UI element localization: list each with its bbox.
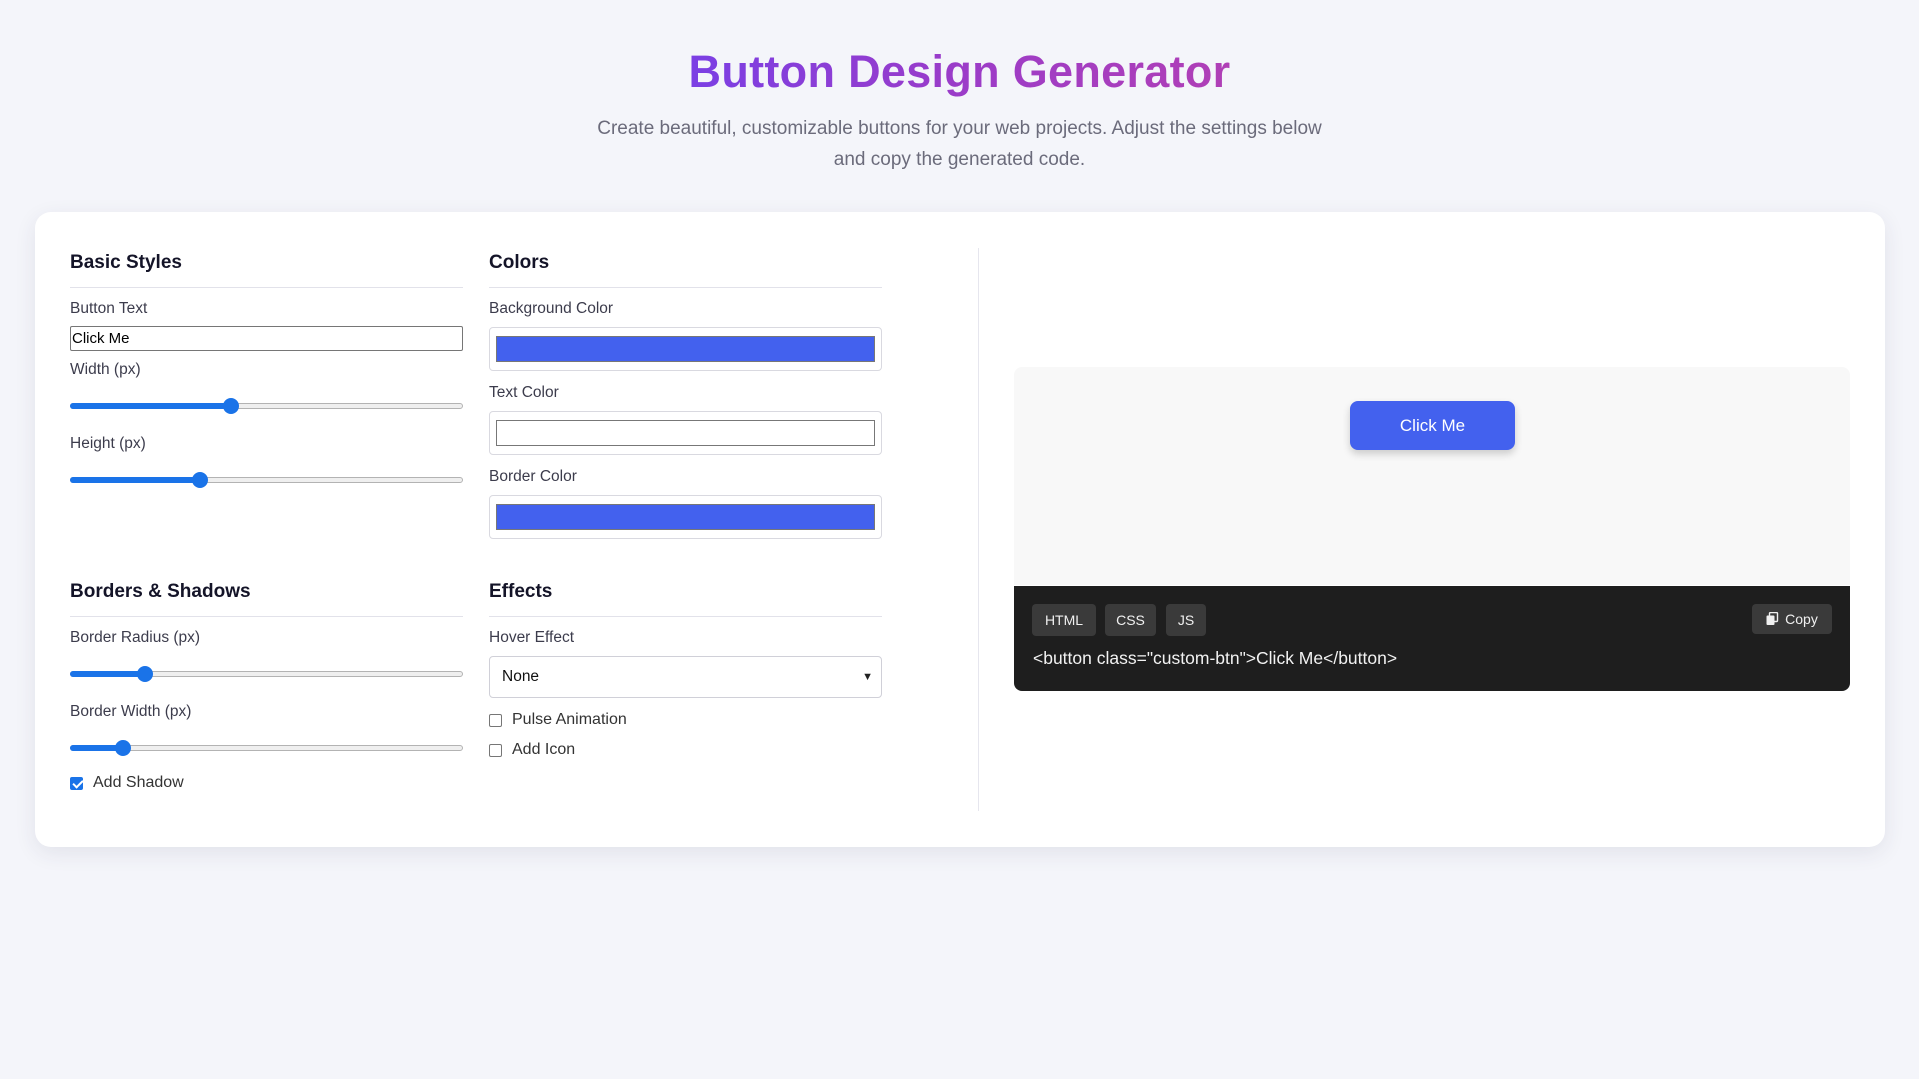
- section-heading: Effects: [489, 581, 882, 617]
- add-shadow-label: Add Shadow: [93, 774, 184, 791]
- border-radius-slider[interactable]: [70, 664, 463, 684]
- pulse-animation-checkbox[interactable]: [489, 713, 502, 727]
- background-color-swatch: [496, 336, 875, 362]
- border-color-swatch: [496, 504, 875, 530]
- pulse-animation-label: Pulse Animation: [512, 711, 627, 728]
- button-text-label: Button Text: [70, 300, 148, 317]
- width-slider[interactable]: [70, 396, 463, 416]
- add-icon-checkbox[interactable]: [489, 743, 502, 757]
- border-color-picker[interactable]: [489, 495, 882, 539]
- background-color-picker[interactable]: [489, 327, 882, 371]
- colors-section: Colors Background Color Text Color Borde…: [489, 252, 882, 539]
- border-width-slider[interactable]: [70, 738, 463, 758]
- slider-thumb[interactable]: [223, 398, 240, 414]
- slider-fill: [70, 403, 232, 409]
- text-color-picker[interactable]: [489, 411, 882, 455]
- tab-html[interactable]: HTML: [1032, 604, 1096, 636]
- slider-thumb[interactable]: [115, 740, 132, 756]
- section-heading: Colors: [489, 252, 882, 288]
- hover-effect-label: Hover Effect: [489, 629, 575, 646]
- chevron-down-icon: ▼: [862, 671, 873, 683]
- section-heading: Borders & Shadows: [70, 581, 463, 617]
- preview-button[interactable]: Click Me: [1350, 401, 1515, 450]
- hover-effect-value: None: [502, 668, 540, 685]
- tab-css[interactable]: CSS: [1105, 604, 1156, 636]
- add-icon-option[interactable]: Add Icon: [489, 741, 882, 759]
- height-label: Height (px): [70, 435, 146, 452]
- border-width-label: Border Width (px): [70, 703, 192, 720]
- pulse-animation-option[interactable]: Pulse Animation: [489, 711, 882, 729]
- page-header: Button Design Generator Create beautiful…: [0, 0, 1919, 175]
- section-heading: Basic Styles: [70, 252, 463, 288]
- add-shadow-option[interactable]: Add Shadow: [70, 774, 463, 792]
- slider-thumb[interactable]: [191, 472, 208, 488]
- page-title: Button Design Generator: [688, 46, 1231, 97]
- copy-button[interactable]: Copy: [1752, 604, 1832, 634]
- text-color-label: Text Color: [489, 384, 559, 401]
- width-label: Width (px): [70, 361, 141, 378]
- slider-fill: [70, 477, 200, 483]
- border-radius-label: Border Radius (px): [70, 629, 201, 646]
- preview-area: Click Me: [1014, 367, 1850, 585]
- hover-effect-select[interactable]: None ▼: [489, 656, 882, 698]
- page-subtitle: Create beautiful, customizable buttons f…: [597, 118, 1322, 170]
- add-shadow-checkbox[interactable]: [70, 776, 83, 790]
- slider-thumb[interactable]: [136, 666, 153, 682]
- basic-styles-section: Basic Styles Button Text Width (px) Heig…: [70, 252, 463, 490]
- effects-section: Effects Hover Effect None ▼ Pulse Animat…: [489, 581, 882, 759]
- button-text-input[interactable]: [70, 326, 463, 351]
- generator-card: Basic Styles Button Text Width (px) Heig…: [35, 212, 1885, 847]
- copy-label: Copy: [1785, 611, 1818, 627]
- border-color-label: Border Color: [489, 468, 577, 485]
- tab-js[interactable]: JS: [1166, 604, 1206, 636]
- copy-icon: [1766, 612, 1779, 625]
- borders-shadows-section: Borders & Shadows Border Radius (px) Bor…: [70, 581, 463, 792]
- text-color-swatch: [496, 420, 875, 446]
- add-icon-label: Add Icon: [512, 741, 576, 758]
- generated-code: <button class="custom-btn">Click Me</but…: [1033, 648, 1398, 668]
- height-slider[interactable]: [70, 470, 463, 490]
- slider-fill: [70, 671, 145, 677]
- background-color-label: Background Color: [489, 300, 614, 317]
- column-divider: [978, 248, 979, 811]
- code-panel: HTML CSS JS Copy <button class="custom-b…: [1014, 586, 1850, 691]
